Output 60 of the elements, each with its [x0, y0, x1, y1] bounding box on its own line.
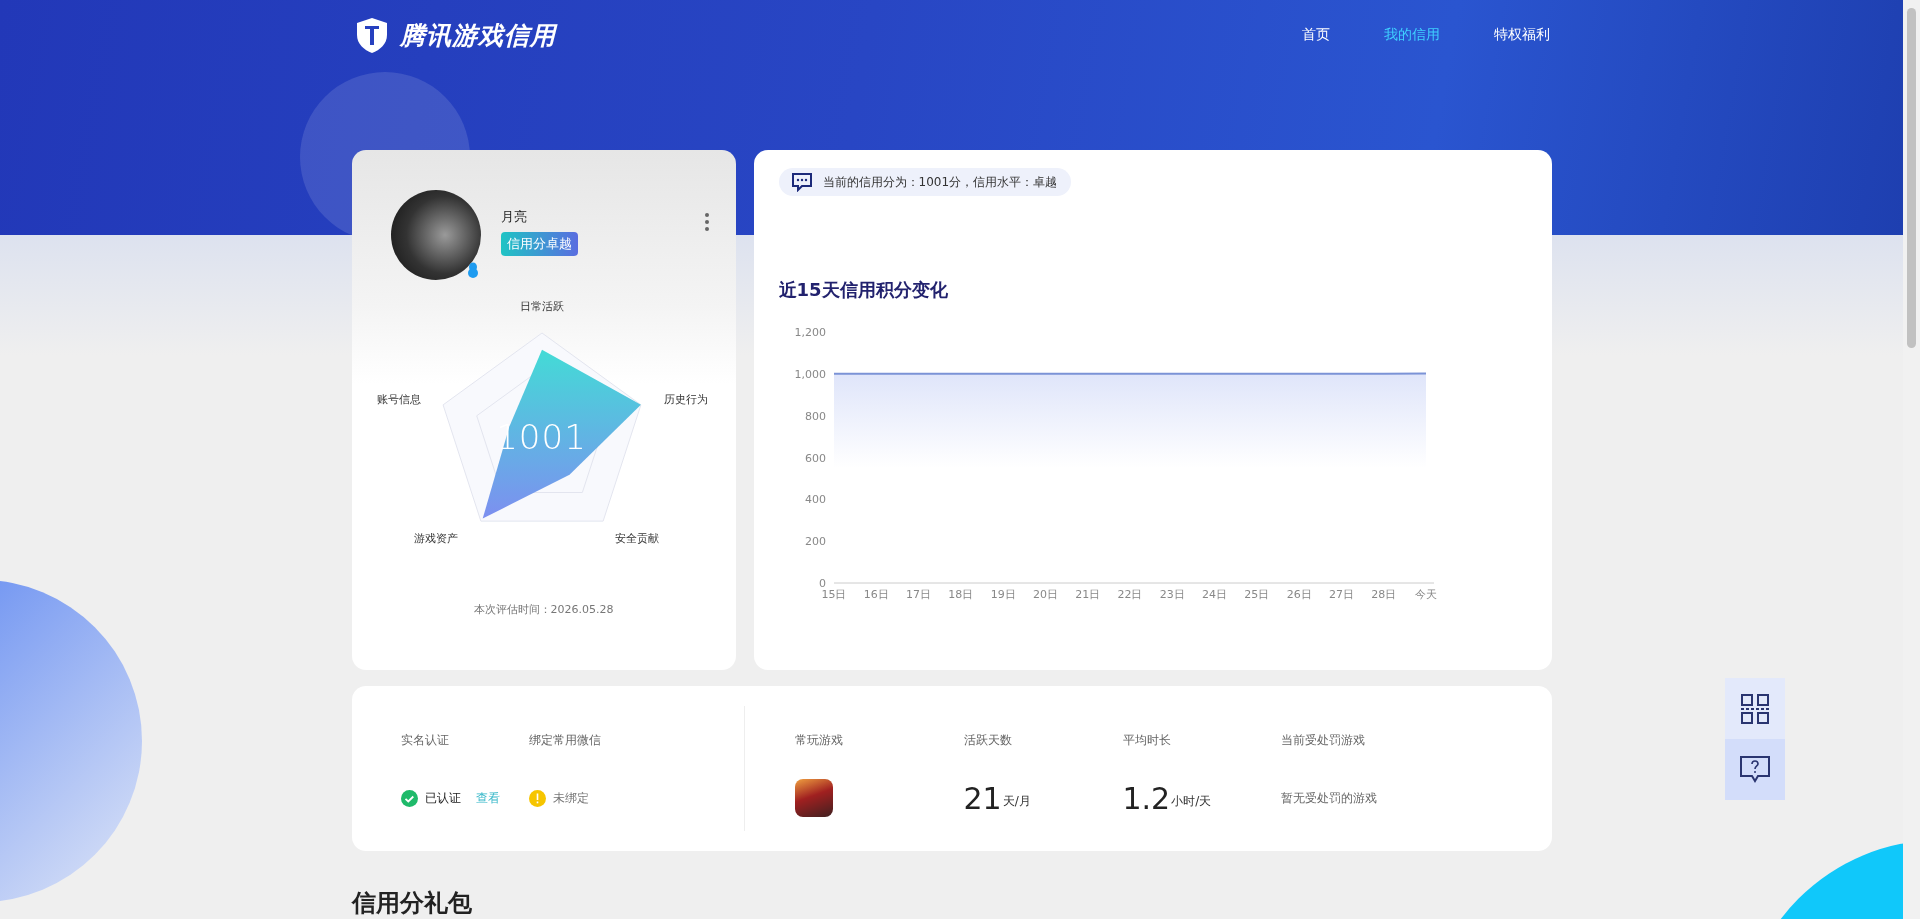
- x-tick-label: 18日: [947, 588, 973, 601]
- y-tick-label: 400: [804, 493, 826, 507]
- game-icon: [794, 779, 833, 817]
- stat-unit: 小时/天: [1171, 793, 1212, 810]
- stat-text: 暂无受处罚的游戏: [1280, 789, 1377, 807]
- stat-value: 1.2: [1122, 780, 1171, 816]
- y-tick-label: 200: [804, 535, 826, 549]
- qr-code-button[interactable]: [1725, 678, 1785, 739]
- radar-axis-label: 安全贡献: [614, 530, 659, 546]
- y-tick-label: 1,200: [794, 326, 826, 339]
- logo-text: 腾讯游戏信用: [399, 19, 556, 52]
- info-label: 常玩游戏: [794, 732, 844, 749]
- section-title: 信用分礼包: [351, 888, 472, 919]
- qr-code-icon: [1741, 693, 1769, 724]
- x-tick-label: 17日: [905, 588, 931, 601]
- x-tick-label: 19日: [990, 588, 1016, 601]
- x-tick-label: 23日: [1159, 588, 1185, 601]
- help-button[interactable]: [1725, 739, 1785, 800]
- info-label: 绑定常用微信: [528, 732, 602, 749]
- nav-link[interactable]: 首页: [1301, 26, 1330, 44]
- more-icon[interactable]: [703, 212, 710, 232]
- credit-level-tag: 信用分卓越: [500, 232, 578, 256]
- nav-link[interactable]: 特权福利: [1493, 26, 1550, 44]
- evaluation-time: 本次评估时间：2026.05.28: [472, 602, 615, 617]
- x-tick-label: 15日: [821, 588, 846, 601]
- x-tick-label: 今天: [1414, 588, 1437, 601]
- stat-value: 21: [963, 780, 1002, 816]
- x-tick-label: 27日: [1328, 588, 1354, 601]
- x-tick-label: 16日: [863, 588, 889, 601]
- x-tick-label: 20日: [1032, 588, 1058, 601]
- info-label: 平均时长: [1122, 732, 1172, 749]
- chart-title: 近15天信用积分变化: [778, 278, 949, 302]
- x-tick-label: 25日: [1243, 588, 1269, 601]
- y-tick-label: 800: [804, 409, 826, 423]
- radar-axis-label: 账号信息: [376, 391, 421, 407]
- x-tick-label: 21日: [1074, 588, 1100, 601]
- x-tick-label: 24日: [1201, 588, 1227, 601]
- y-tick-label: 600: [804, 451, 826, 465]
- chat-bubble-icon: [790, 172, 813, 192]
- check-icon: [400, 789, 418, 807]
- radar-axis-label: 日常活跃: [519, 298, 564, 314]
- x-tick-label: 22日: [1117, 588, 1142, 601]
- notice-text: 当前的信用分为：1001分，信用水平：卓越: [822, 173, 1058, 191]
- radar-axis-label: 历史行为: [663, 391, 708, 407]
- scrollbar-thumb[interactable]: [1907, 8, 1916, 348]
- status-text: 未绑定: [552, 789, 589, 807]
- x-tick-label: 28日: [1370, 588, 1396, 601]
- info-label: 实名认证: [400, 732, 450, 749]
- radar-axis-label: 游戏资产: [413, 530, 458, 546]
- info-label: 活跃天数: [963, 732, 1013, 749]
- y-tick-label: 0: [818, 577, 826, 590]
- y-tick-label: 1,000: [794, 367, 826, 381]
- status-text: 已认证: [424, 789, 461, 807]
- x-tick-label: 26日: [1286, 588, 1312, 601]
- user-name: 月亮: [500, 208, 528, 226]
- nav-link[interactable]: 我的信用: [1383, 26, 1440, 44]
- question-bubble-icon: [1739, 754, 1771, 785]
- info-label: 当前受处罚游戏: [1280, 732, 1366, 749]
- stat-unit: 天/月: [1002, 793, 1031, 810]
- warning-icon: [528, 789, 546, 807]
